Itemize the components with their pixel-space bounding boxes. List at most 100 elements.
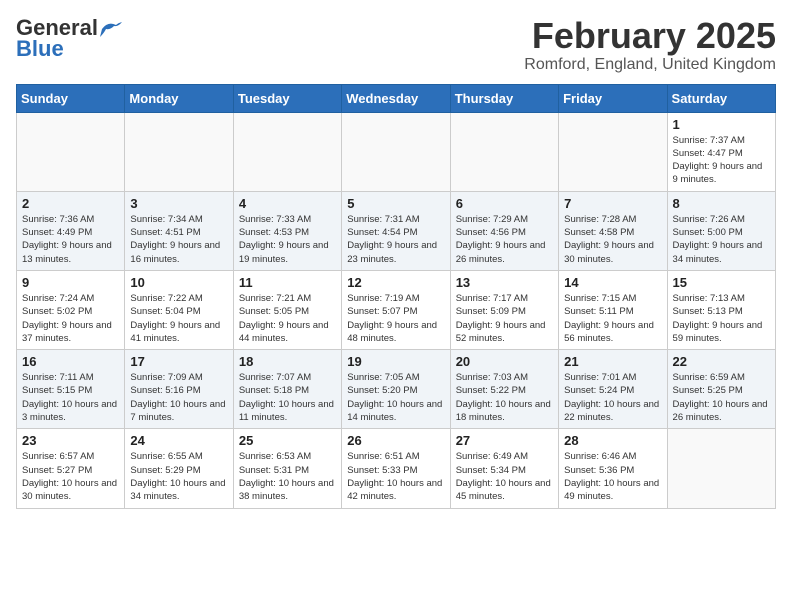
day-number: 10: [130, 275, 227, 290]
day-number: 28: [564, 433, 661, 448]
calendar-cell: 27 Sunrise: 6:49 AM Sunset: 5:34 PM Dayli…: [450, 429, 558, 508]
weekday-header: Friday: [559, 84, 667, 112]
weekday-header: Sunday: [17, 84, 125, 112]
day-info: Sunrise: 7:03 AM Sunset: 5:22 PM Dayligh…: [456, 371, 553, 424]
header: General Blue February 2025 Romford, Engl…: [16, 16, 776, 74]
day-info: Sunrise: 7:29 AM Sunset: 4:56 PM Dayligh…: [456, 213, 553, 266]
day-info: Sunrise: 7:07 AM Sunset: 5:18 PM Dayligh…: [239, 371, 336, 424]
calendar-cell: 24 Sunrise: 6:55 AM Sunset: 5:29 PM Dayli…: [125, 429, 233, 508]
calendar-cell: 6 Sunrise: 7:29 AM Sunset: 4:56 PM Daylig…: [450, 191, 558, 270]
calendar-cell: [559, 112, 667, 191]
day-number: 6: [456, 196, 553, 211]
weekday-header: Wednesday: [342, 84, 450, 112]
calendar-week-row: 16Sunrise: 7:11 AM Sunset: 5:15 PM Dayli…: [17, 350, 776, 429]
calendar-cell: 17 Sunrise: 7:09 AM Sunset: 5:16 PM Dayli…: [125, 350, 233, 429]
day-number: 18: [239, 354, 336, 369]
calendar-cell: 18 Sunrise: 7:07 AM Sunset: 5:18 PM Dayli…: [233, 350, 341, 429]
weekday-header: Saturday: [667, 84, 775, 112]
day-info: Sunrise: 7:17 AM Sunset: 5:09 PM Dayligh…: [456, 292, 553, 345]
day-info: Sunrise: 7:28 AM Sunset: 4:58 PM Dayligh…: [564, 213, 661, 266]
day-info: Sunrise: 7:37 AM Sunset: 4:47 PM Dayligh…: [673, 134, 770, 187]
day-info: Sunrise: 7:26 AM Sunset: 5:00 PM Dayligh…: [673, 213, 770, 266]
day-number: 17: [130, 354, 227, 369]
day-number: 14: [564, 275, 661, 290]
day-number: 9: [22, 275, 119, 290]
day-number: 4: [239, 196, 336, 211]
calendar-cell: 21Sunrise: 7:01 AM Sunset: 5:24 PM Dayli…: [559, 350, 667, 429]
day-info: Sunrise: 6:46 AM Sunset: 5:36 PM Dayligh…: [564, 450, 661, 503]
calendar-cell: [450, 112, 558, 191]
day-info: Sunrise: 6:55 AM Sunset: 5:29 PM Dayligh…: [130, 450, 227, 503]
day-info: Sunrise: 6:57 AM Sunset: 5:27 PM Dayligh…: [22, 450, 119, 503]
day-info: Sunrise: 7:15 AM Sunset: 5:11 PM Dayligh…: [564, 292, 661, 345]
day-info: Sunrise: 7:24 AM Sunset: 5:02 PM Dayligh…: [22, 292, 119, 345]
calendar-cell: [17, 112, 125, 191]
day-number: 20: [456, 354, 553, 369]
logo-bird-icon: [100, 21, 122, 37]
day-number: 15: [673, 275, 770, 290]
calendar-cell: 15 Sunrise: 7:13 AM Sunset: 5:13 PM Dayli…: [667, 270, 775, 349]
calendar-cell: [233, 112, 341, 191]
day-info: Sunrise: 7:36 AM Sunset: 4:49 PM Dayligh…: [22, 213, 119, 266]
calendar-week-row: 9 Sunrise: 7:24 AM Sunset: 5:02 PM Daylig…: [17, 270, 776, 349]
logo-blue-text: Blue: [16, 36, 64, 62]
calendar-cell: 16Sunrise: 7:11 AM Sunset: 5:15 PM Dayli…: [17, 350, 125, 429]
day-info: Sunrise: 6:51 AM Sunset: 5:33 PM Dayligh…: [347, 450, 444, 503]
day-number: 2: [22, 196, 119, 211]
day-info: Sunrise: 7:13 AM Sunset: 5:13 PM Dayligh…: [673, 292, 770, 345]
calendar-header-row: SundayMondayTuesdayWednesdayThursdayFrid…: [17, 84, 776, 112]
weekday-header: Monday: [125, 84, 233, 112]
day-number: 19: [347, 354, 444, 369]
day-number: 7: [564, 196, 661, 211]
day-info: Sunrise: 6:53 AM Sunset: 5:31 PM Dayligh…: [239, 450, 336, 503]
day-info: Sunrise: 7:19 AM Sunset: 5:07 PM Dayligh…: [347, 292, 444, 345]
weekday-header: Tuesday: [233, 84, 341, 112]
day-number: 26: [347, 433, 444, 448]
calendar-cell: 7 Sunrise: 7:28 AM Sunset: 4:58 PM Daylig…: [559, 191, 667, 270]
day-number: 23: [22, 433, 119, 448]
calendar-cell: [667, 429, 775, 508]
calendar-cell: 4 Sunrise: 7:33 AM Sunset: 4:53 PM Daylig…: [233, 191, 341, 270]
day-number: 27: [456, 433, 553, 448]
calendar-cell: 28 Sunrise: 6:46 AM Sunset: 5:36 PM Dayli…: [559, 429, 667, 508]
calendar-cell: [125, 112, 233, 191]
day-info: Sunrise: 7:33 AM Sunset: 4:53 PM Dayligh…: [239, 213, 336, 266]
calendar-cell: 1 Sunrise: 7:37 AM Sunset: 4:47 PM Daylig…: [667, 112, 775, 191]
calendar-cell: 3 Sunrise: 7:34 AM Sunset: 4:51 PM Daylig…: [125, 191, 233, 270]
day-number: 8: [673, 196, 770, 211]
calendar-week-row: 1 Sunrise: 7:37 AM Sunset: 4:47 PM Daylig…: [17, 112, 776, 191]
weekday-header: Thursday: [450, 84, 558, 112]
day-info: Sunrise: 7:34 AM Sunset: 4:51 PM Dayligh…: [130, 213, 227, 266]
calendar-cell: 11 Sunrise: 7:21 AM Sunset: 5:05 PM Dayli…: [233, 270, 341, 349]
title-area: February 2025 Romford, England, United K…: [524, 16, 776, 74]
day-info: Sunrise: 7:09 AM Sunset: 5:16 PM Dayligh…: [130, 371, 227, 424]
day-number: 24: [130, 433, 227, 448]
day-number: 3: [130, 196, 227, 211]
calendar: SundayMondayTuesdayWednesdayThursdayFrid…: [16, 84, 776, 509]
calendar-cell: 9 Sunrise: 7:24 AM Sunset: 5:02 PM Daylig…: [17, 270, 125, 349]
day-info: Sunrise: 7:22 AM Sunset: 5:04 PM Dayligh…: [130, 292, 227, 345]
day-info: Sunrise: 7:05 AM Sunset: 5:20 PM Dayligh…: [347, 371, 444, 424]
logo: General Blue: [16, 16, 122, 62]
day-info: Sunrise: 7:11 AM Sunset: 5:15 PM Dayligh…: [22, 371, 119, 424]
calendar-cell: 20 Sunrise: 7:03 AM Sunset: 5:22 PM Dayli…: [450, 350, 558, 429]
calendar-cell: [342, 112, 450, 191]
subtitle: Romford, England, United Kingdom: [524, 56, 776, 74]
calendar-week-row: 23 Sunrise: 6:57 AM Sunset: 5:27 PM Dayli…: [17, 429, 776, 508]
calendar-cell: 2 Sunrise: 7:36 AM Sunset: 4:49 PM Daylig…: [17, 191, 125, 270]
calendar-cell: 13 Sunrise: 7:17 AM Sunset: 5:09 PM Dayli…: [450, 270, 558, 349]
calendar-cell: 8 Sunrise: 7:26 AM Sunset: 5:00 PM Daylig…: [667, 191, 775, 270]
calendar-cell: 14 Sunrise: 7:15 AM Sunset: 5:11 PM Dayli…: [559, 270, 667, 349]
calendar-cell: 26 Sunrise: 6:51 AM Sunset: 5:33 PM Dayli…: [342, 429, 450, 508]
day-info: Sunrise: 6:49 AM Sunset: 5:34 PM Dayligh…: [456, 450, 553, 503]
calendar-cell: 23 Sunrise: 6:57 AM Sunset: 5:27 PM Dayli…: [17, 429, 125, 508]
day-info: Sunrise: 7:31 AM Sunset: 4:54 PM Dayligh…: [347, 213, 444, 266]
day-number: 13: [456, 275, 553, 290]
day-number: 25: [239, 433, 336, 448]
day-number: 11: [239, 275, 336, 290]
calendar-cell: 5Sunrise: 7:31 AM Sunset: 4:54 PM Daylig…: [342, 191, 450, 270]
day-info: Sunrise: 7:21 AM Sunset: 5:05 PM Dayligh…: [239, 292, 336, 345]
day-number: 1: [673, 117, 770, 132]
calendar-cell: 22Sunrise: 6:59 AM Sunset: 5:25 PM Dayli…: [667, 350, 775, 429]
month-title: February 2025: [524, 16, 776, 56]
